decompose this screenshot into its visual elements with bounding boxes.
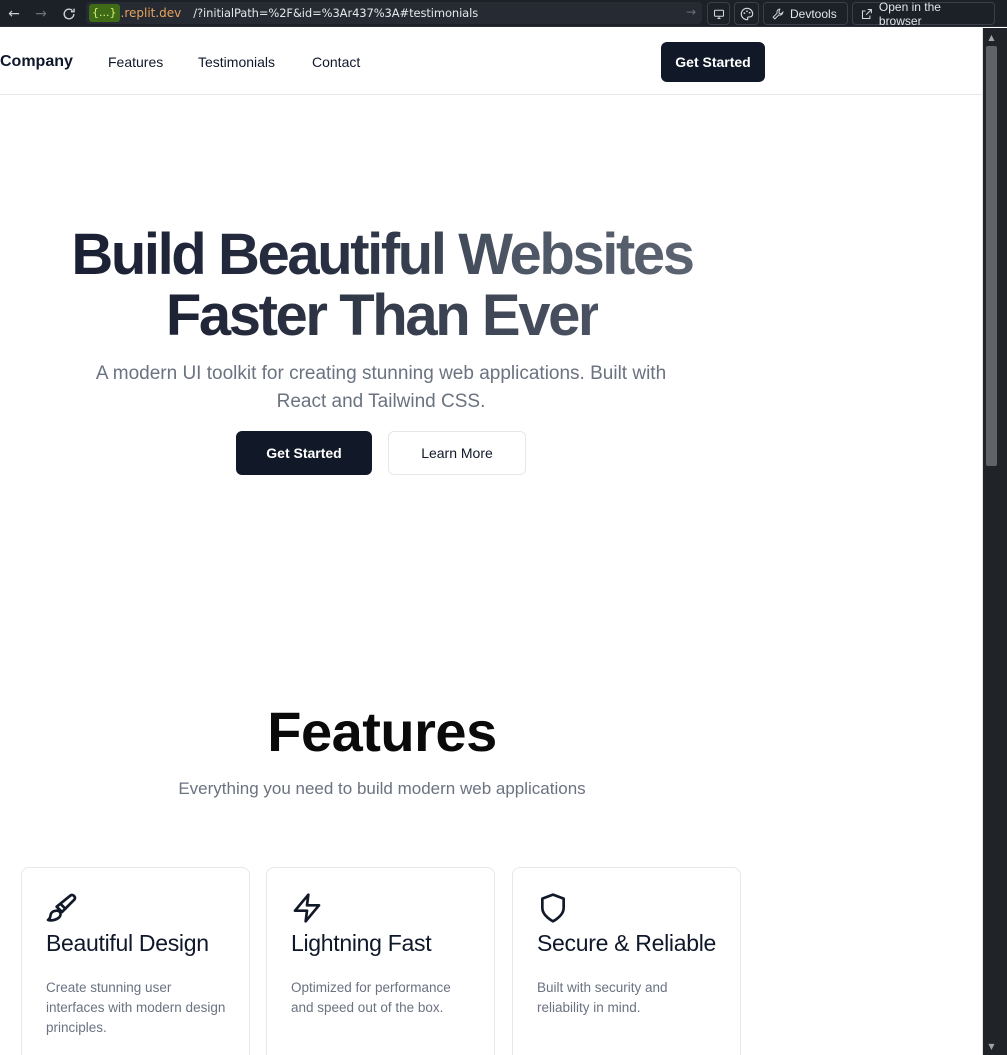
paintbrush-icon xyxy=(46,893,77,922)
open-in-browser-button[interactable]: Open in the browser xyxy=(852,0,995,28)
feature-card-description: Create stunning user interfaces with mod… xyxy=(46,980,226,1035)
site-header: Company Features Testimonials Contact Ge… xyxy=(0,28,982,95)
wrench-icon xyxy=(772,8,784,20)
address-bar[interactable]: {...} .replit.dev /?initialPath=%2F&id=%… xyxy=(86,2,702,24)
hero-title-line1: Build Beautiful Websites xyxy=(71,222,695,287)
features-subtitle: Everything you need to build modern web … xyxy=(178,779,586,798)
url-domain: .replit.dev xyxy=(120,6,182,20)
scroll-up-icon[interactable]: ▲ xyxy=(985,30,998,44)
feature-card-security: Secure & Reliable Built with security an… xyxy=(512,867,741,1055)
monitor-icon xyxy=(713,9,724,19)
feature-card-speed: Lightning Fast Optimized for performance… xyxy=(266,867,495,1055)
external-link-icon xyxy=(861,8,872,19)
devtools-button[interactable]: Devtools xyxy=(763,2,848,25)
browser-toolbar: ← → {...} .replit.dev /?initialPath=%2F&… xyxy=(0,0,1007,28)
hero-title-line2: Faster Than Ever xyxy=(165,283,601,348)
feature-card-design: Beautiful Design Create stunning user in… xyxy=(21,867,250,1055)
feature-card-description: Optimized for performance and speed out … xyxy=(291,980,451,1015)
page-scrollbar[interactable]: ▲ ▼ xyxy=(982,28,1007,1055)
feature-card-description: Built with security and reliability in m… xyxy=(537,980,668,1015)
theme-button[interactable] xyxy=(734,2,759,25)
feature-card-title: Beautiful Design xyxy=(46,930,209,956)
brand-logo[interactable]: Company xyxy=(0,53,73,71)
features-title: Features xyxy=(267,700,497,763)
lightning-icon xyxy=(293,893,321,923)
device-preview-button[interactable] xyxy=(707,2,730,25)
nav-link-features[interactable]: Features xyxy=(108,54,163,70)
hero-title: Build Beautiful Websites Faster Than Eve… xyxy=(0,224,764,346)
url-tag: {...} xyxy=(89,4,120,22)
hero-learn-more-button[interactable]: Learn More xyxy=(388,431,526,475)
scrollbar-track[interactable]: ▲ ▼ xyxy=(983,28,1007,1055)
header-get-started-button[interactable]: Get Started xyxy=(661,42,765,82)
back-icon[interactable]: ← xyxy=(0,0,28,27)
nav-link-contact[interactable]: Contact xyxy=(312,54,360,70)
palette-icon xyxy=(740,7,753,20)
feature-card-title: Secure & Reliable xyxy=(537,930,717,956)
hero-get-started-button[interactable]: Get Started xyxy=(236,431,372,475)
devtools-label: Devtools xyxy=(790,6,837,21)
scroll-down-icon[interactable]: ▼ xyxy=(985,1039,998,1053)
nav-link-testimonials[interactable]: Testimonials xyxy=(198,54,275,70)
forward-icon[interactable]: → xyxy=(27,0,55,27)
scrollbar-thumb[interactable] xyxy=(986,46,997,466)
feature-card-title: Lightning Fast xyxy=(291,930,432,956)
hero-subtitle: A modern UI toolkit for creating stunnin… xyxy=(95,363,667,412)
reload-icon[interactable] xyxy=(55,0,83,27)
page-viewport: Company Features Testimonials Contact Ge… xyxy=(0,28,982,1055)
url-path: /?initialPath=%2F&id=%3Ar437%3A#testimon… xyxy=(193,6,479,20)
go-arrow-icon[interactable]: → xyxy=(686,5,696,19)
open-browser-label: Open in the browser xyxy=(878,0,941,28)
shield-icon xyxy=(541,893,565,923)
